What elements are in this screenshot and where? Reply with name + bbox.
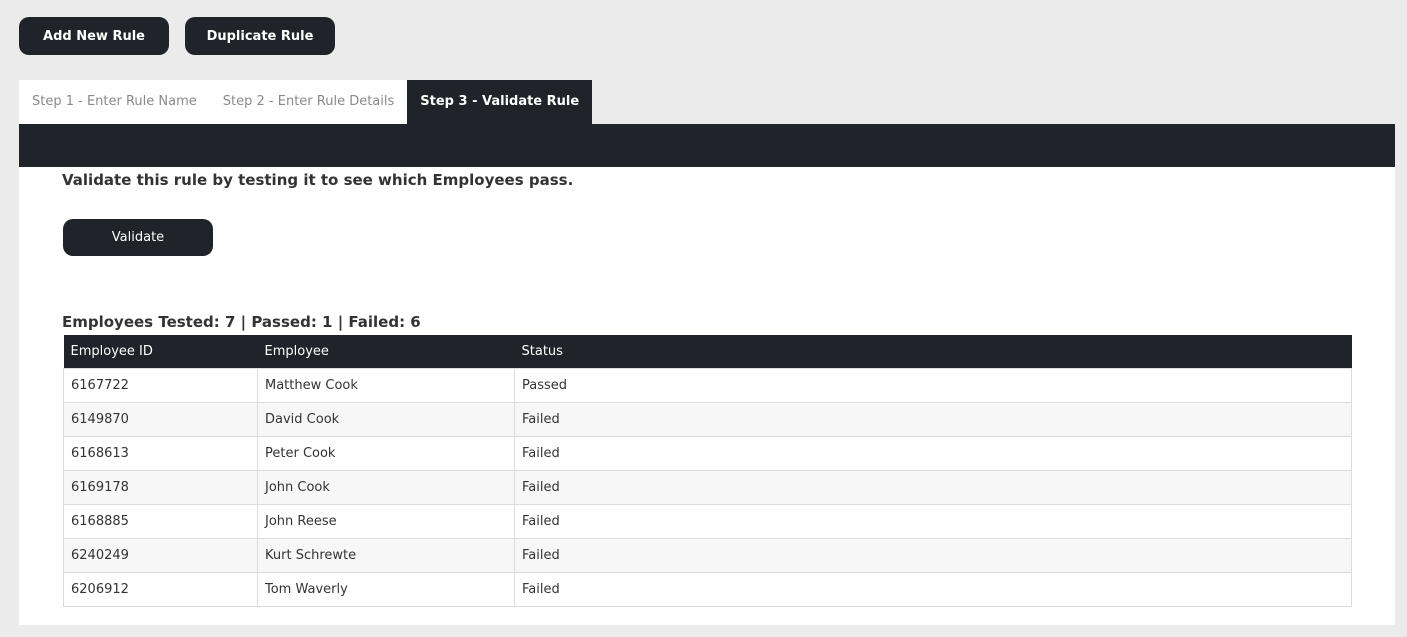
- employee-name-cell: Tom Waverly: [257, 571, 515, 607]
- tab-step-3[interactable]: Step 3 - Validate Rule: [407, 80, 593, 124]
- table-row: 6167722 Matthew Cook Passed: [63, 367, 1352, 403]
- tab-header-bar: [19, 124, 1395, 167]
- tabs-spacer: [592, 80, 1395, 124]
- employee-id-cell: 6240249: [63, 537, 258, 573]
- table-row: 6149870 David Cook Failed: [63, 401, 1352, 437]
- employee-name-cell: Peter Cook: [257, 435, 515, 471]
- employee-id-cell: 6206912: [63, 571, 258, 607]
- status-cell: Failed: [514, 571, 1352, 607]
- toolbar: Add New Rule Duplicate Rule: [19, 17, 335, 55]
- employee-name-cell: Matthew Cook: [257, 367, 515, 403]
- table-row: 6169178 John Cook Failed: [63, 469, 1352, 505]
- status-cell: Passed: [514, 367, 1352, 403]
- status-cell: Failed: [514, 401, 1352, 437]
- table-row: 6206912 Tom Waverly Failed: [63, 571, 1352, 607]
- column-header-status[interactable]: Status: [514, 335, 1352, 368]
- results-summary: Employees Tested: 7 | Passed: 1 | Failed…: [62, 313, 421, 331]
- employee-id-cell: 6168613: [63, 435, 258, 471]
- employee-id-cell: 6169178: [63, 469, 258, 505]
- table-row: 6240249 Kurt Schrewte Failed: [63, 537, 1352, 573]
- status-cell: Failed: [514, 469, 1352, 505]
- tab-step-1[interactable]: Step 1 - Enter Rule Name: [19, 80, 210, 124]
- employee-name-cell: John Cook: [257, 469, 515, 505]
- employee-name-cell: David Cook: [257, 401, 515, 437]
- add-new-rule-button[interactable]: Add New Rule: [19, 17, 169, 55]
- employee-name-cell: John Reese: [257, 503, 515, 539]
- status-cell: Failed: [514, 503, 1352, 539]
- employee-id-cell: 6167722: [63, 367, 258, 403]
- validate-panel: Validate this rule by testing it to see …: [19, 167, 1395, 625]
- validate-button[interactable]: Validate: [63, 219, 213, 256]
- table-row: 6168613 Peter Cook Failed: [63, 435, 1352, 471]
- status-cell: Failed: [514, 537, 1352, 573]
- column-header-employee[interactable]: Employee: [257, 335, 515, 368]
- column-header-employee-id[interactable]: Employee ID: [63, 335, 258, 368]
- tab-step-2[interactable]: Step 2 - Enter Rule Details: [209, 80, 408, 124]
- status-cell: Failed: [514, 435, 1352, 471]
- step-tabs: Step 1 - Enter Rule Name Step 2 - Enter …: [19, 80, 1395, 124]
- table-header-row: Employee ID Employee Status: [63, 335, 1352, 368]
- results-table: Employee ID Employee Status 6167722 Matt…: [63, 335, 1352, 607]
- validate-instructions: Validate this rule by testing it to see …: [62, 171, 574, 189]
- duplicate-rule-button[interactable]: Duplicate Rule: [185, 17, 335, 55]
- table-row: 6168885 John Reese Failed: [63, 503, 1352, 539]
- employee-name-cell: Kurt Schrewte: [257, 537, 515, 573]
- employee-id-cell: 6149870: [63, 401, 258, 437]
- employee-id-cell: 6168885: [63, 503, 258, 539]
